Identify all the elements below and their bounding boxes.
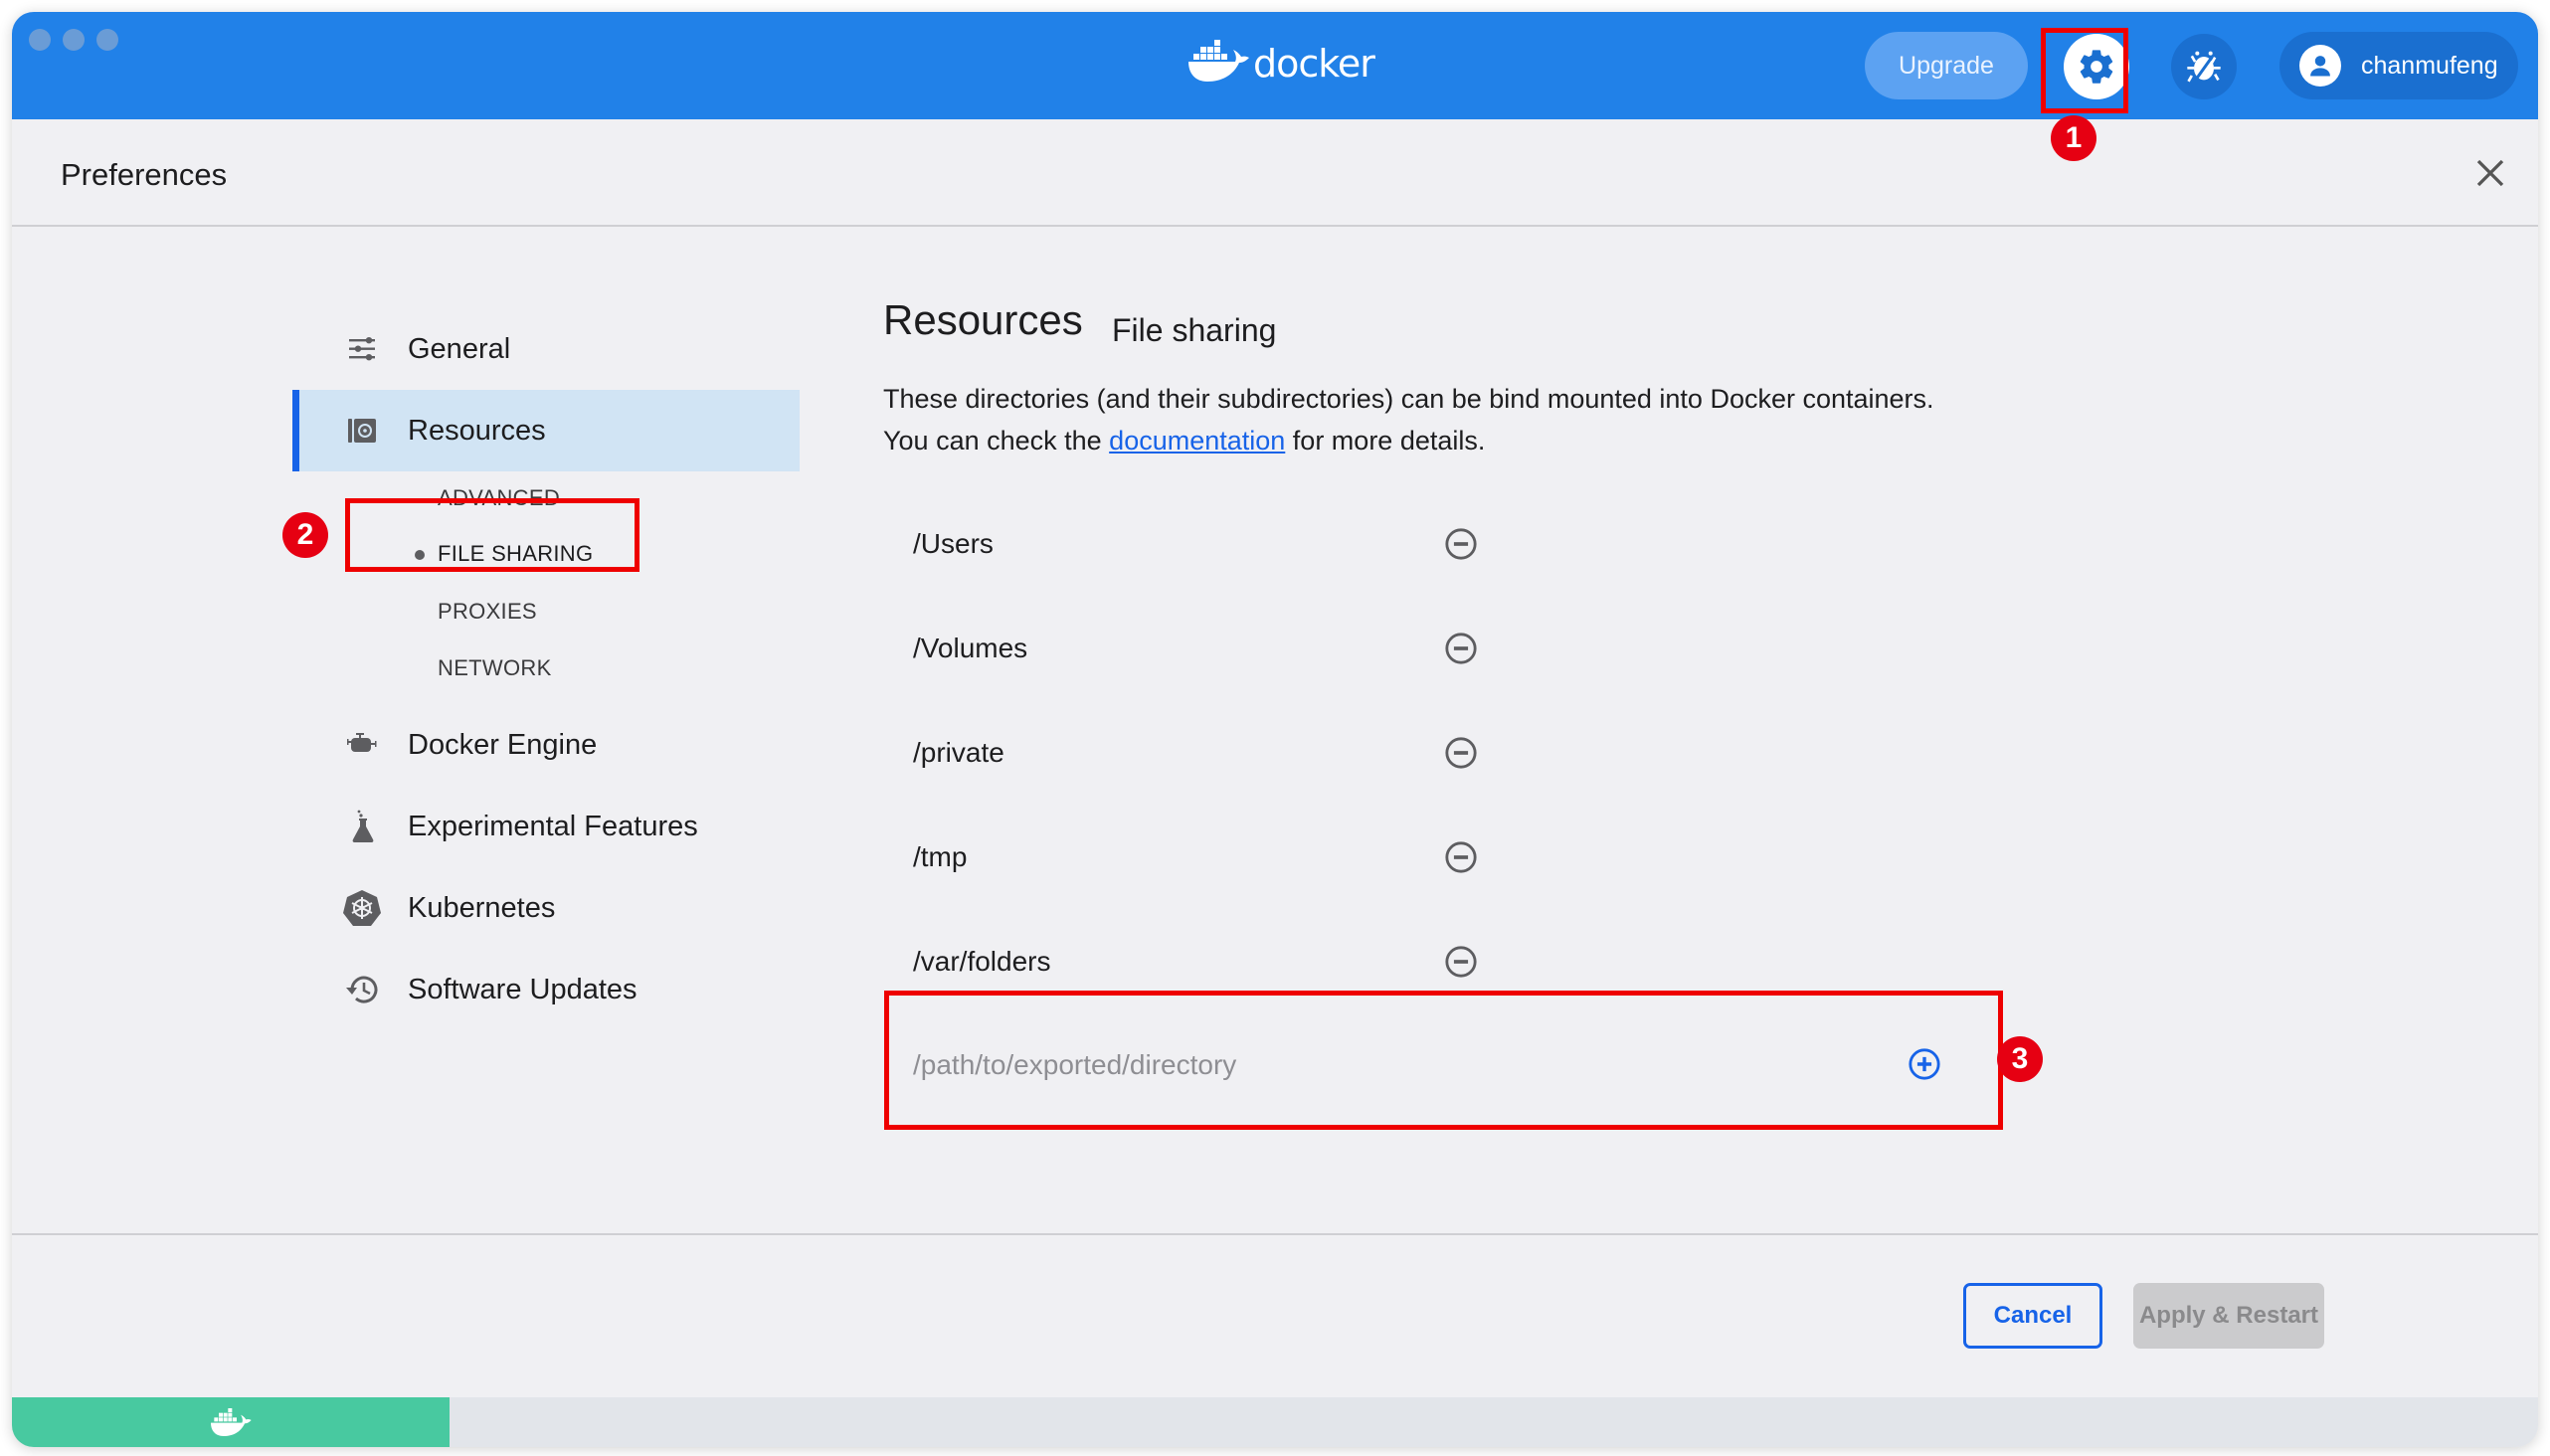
docker-logo: docker (1185, 36, 1375, 86)
cancel-button[interactable]: Cancel (1963, 1283, 2102, 1349)
upgrade-button[interactable]: Upgrade (1865, 32, 2028, 99)
annotation-box-settings (2041, 28, 2128, 113)
sidebar-item-label: Kubernetes (408, 891, 556, 924)
description-text: for more details. (1285, 426, 1486, 455)
directory-path: /Volumes (913, 633, 1028, 663)
sidebar-item-label: General (408, 332, 511, 365)
brand-name: docker (1253, 42, 1375, 86)
flask-icon (342, 807, 382, 846)
user-account-button[interactable]: chanmufeng (2279, 32, 2518, 99)
sidebar-item-docker-engine[interactable]: Docker Engine (292, 704, 800, 786)
user-icon (2310, 56, 2330, 77)
sidebar-item-label: Software Updates (408, 973, 638, 1005)
page-title: Preferences (61, 157, 228, 192)
sidebar-item-experimental-features[interactable]: Experimental Features (292, 786, 800, 867)
remove-circle-icon[interactable] (1444, 632, 1478, 665)
shared-directory-row: /private (913, 723, 1549, 783)
remove-circle-icon[interactable] (1444, 945, 1478, 979)
remove-circle-icon[interactable] (1444, 840, 1478, 874)
status-bar (12, 1397, 2538, 1447)
sidebar-subitem-proxies[interactable]: PROXIES (438, 599, 537, 625)
annotation-marker-2: 2 (282, 512, 328, 558)
annotation-marker-3: 3 (1997, 1036, 2043, 1082)
close-icon[interactable] (2472, 155, 2508, 191)
close-window-button[interactable] (29, 29, 51, 51)
remove-circle-icon[interactable] (1444, 736, 1478, 770)
sidebar-item-label: Docker Engine (408, 728, 598, 761)
sliders-icon (342, 329, 382, 369)
bug-icon (2187, 51, 2221, 83)
docker-desktop-window: docker Upgrade chanmufeng 1 Preferences … (12, 12, 2538, 1447)
shared-directory-row: /Users (913, 514, 1549, 574)
avatar (2299, 45, 2341, 87)
zoom-window-button[interactable] (96, 29, 118, 51)
sidebar-subitem-network[interactable]: NETWORK (438, 655, 552, 681)
directory-path: /private (913, 737, 1004, 768)
kubernetes-icon (342, 888, 382, 928)
docker-whale-icon (1188, 40, 1249, 82)
title-bar: docker Upgrade chanmufeng (12, 12, 2538, 119)
shared-directory-row: /var/folders (913, 932, 1549, 992)
section-title: Resources (883, 296, 1083, 343)
apply-restart-button[interactable]: Apply & Restart (2133, 1283, 2324, 1349)
shared-directory-row: /Volumes (913, 619, 1549, 678)
directory-path: /var/folders (913, 946, 1051, 977)
engine-status-indicator[interactable] (12, 1397, 450, 1447)
sidebar-item-label: Experimental Features (408, 810, 698, 842)
troubleshoot-button[interactable] (2171, 34, 2237, 99)
history-icon (342, 970, 382, 1009)
shared-directory-row: /tmp (913, 827, 1549, 887)
user-name: chanmufeng (2361, 51, 2498, 80)
engine-icon (342, 725, 382, 765)
sidebar-item-kubernetes[interactable]: Kubernetes (292, 867, 800, 949)
docker-whale-icon (211, 1408, 252, 1436)
annotation-box-add-directory (884, 991, 2003, 1130)
sidebar-item-software-updates[interactable]: Software Updates (292, 949, 800, 1030)
sidebar-item-label: Resources (408, 414, 546, 447)
footer-divider (12, 1233, 2538, 1235)
directory-path: /Users (913, 528, 994, 559)
minimize-window-button[interactable] (63, 29, 85, 51)
remove-circle-icon[interactable] (1444, 527, 1478, 561)
preferences-header: Preferences (12, 119, 2538, 227)
directory-path: /tmp (913, 841, 968, 872)
annotation-box-file-sharing (345, 498, 639, 572)
window-controls (29, 29, 118, 51)
section-subtitle: File sharing (1112, 312, 1277, 348)
sidebar-item-resources[interactable]: Resources (292, 390, 800, 471)
sidebar-item-general[interactable]: General (292, 308, 800, 390)
documentation-link[interactable]: documentation (1109, 426, 1285, 455)
file-sharing-description: These directories (and their subdirector… (883, 378, 1977, 461)
resources-icon (342, 411, 382, 451)
